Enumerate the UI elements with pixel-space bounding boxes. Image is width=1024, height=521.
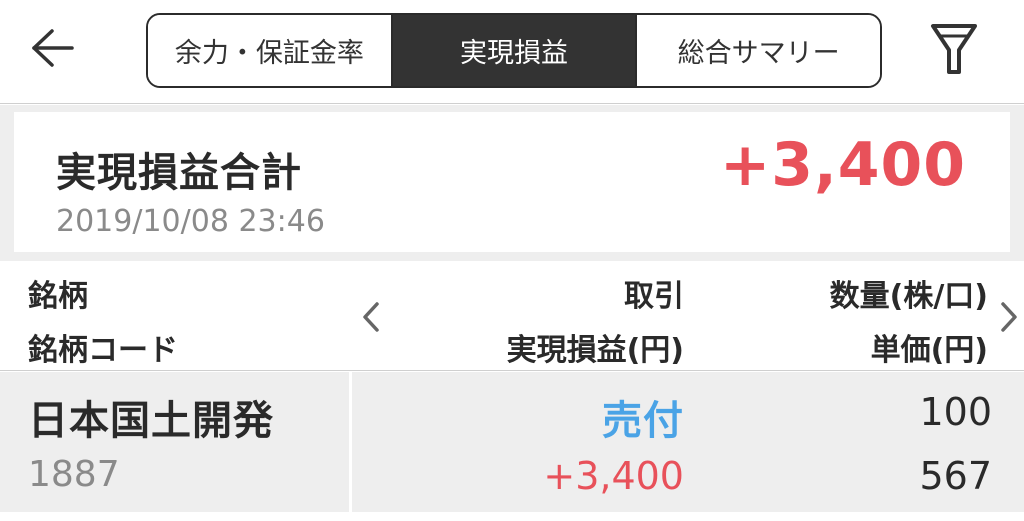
tab-margin-ratio[interactable]: 余力・保証金率: [148, 15, 393, 86]
realized-pl-summary-card: 実現損益合計 2019/10/08 23:46 +3,400: [14, 112, 1010, 252]
row-quantity: 100: [919, 390, 992, 434]
summary-timestamp: 2019/10/08 23:46: [56, 204, 325, 239]
row-detail-cell: 売付 +3,400 100 567: [356, 372, 1024, 512]
trade-type: 売付: [602, 398, 684, 444]
summary-total-value: +3,400: [719, 130, 966, 200]
header-name: 銘柄: [28, 279, 88, 314]
filter-button[interactable]: [922, 18, 986, 80]
table-row[interactable]: 日本国土開発 1887 売付 +3,400 100 567: [0, 372, 1024, 512]
row-realized-pl: +3,400: [543, 454, 684, 498]
tab-switcher: 余力・保証金率 実現損益 総合サマリー: [146, 13, 882, 88]
chevron-right-icon: [1001, 302, 1017, 332]
tab-realized-pl[interactable]: 実現損益: [392, 15, 638, 86]
summary-section: 実現損益合計 2019/10/08 23:46 +3,400: [0, 105, 1024, 261]
table-header: 銘柄 銘柄コード 取引 実現損益(円) 数量(株/口) 単価(円): [0, 261, 1024, 371]
top-bar: 余力・保証金率 実現損益 総合サマリー: [0, 0, 1024, 104]
row-unit-price: 567: [919, 454, 992, 498]
summary-title: 実現損益合計: [56, 150, 302, 196]
stock-name: 日本国土開発: [28, 398, 274, 444]
arrow-left-icon: [32, 29, 74, 67]
filter-icon: [931, 24, 977, 74]
back-button[interactable]: [22, 22, 84, 74]
chevron-left-icon: [363, 302, 379, 332]
header-unit-price: 単価(円): [870, 333, 988, 368]
tab-overall-summary[interactable]: 総合サマリー: [637, 15, 880, 86]
app-root: 余力・保証金率 実現損益 総合サマリー 実現損益合計 2019/10/08 23…: [0, 0, 1024, 521]
scroll-left-button[interactable]: [356, 297, 386, 337]
header-code: 銘柄コード: [28, 333, 178, 368]
stock-code: 1887: [28, 454, 120, 495]
header-realized-pl: 実現損益(円): [506, 333, 684, 368]
row-name-cell: 日本国土開発 1887: [0, 372, 352, 512]
header-trade: 取引: [624, 279, 684, 314]
header-quantity: 数量(株/口): [829, 279, 988, 314]
scroll-right-button[interactable]: [994, 297, 1024, 337]
bottom-strip: [0, 512, 1024, 521]
